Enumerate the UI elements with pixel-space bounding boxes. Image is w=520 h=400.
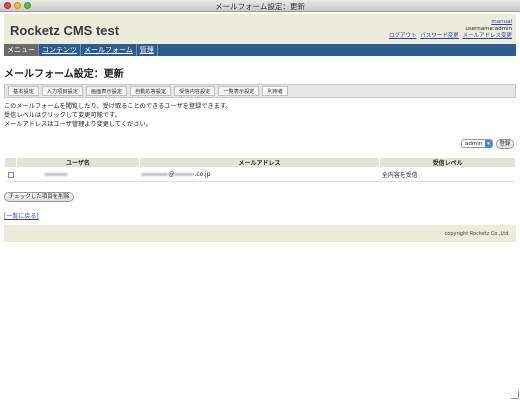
redacted-email-host	[174, 173, 195, 176]
header-checkbox	[4, 157, 17, 168]
site-title: Rocketz CMS test	[10, 23, 120, 38]
user-select[interactable]: admin ▾	[461, 139, 493, 148]
receive-level-cell[interactable]: 全内容を受信	[379, 167, 516, 182]
email-domain: .co.jp	[194, 171, 211, 178]
tab-receive[interactable]: 受信内容設定	[174, 86, 216, 96]
header-email: メールアドレス	[138, 157, 381, 168]
tab-basic[interactable]: 基本設定	[8, 86, 39, 96]
redacted-username	[44, 173, 69, 176]
header-user-area: manual username:admin ログアウト パスワード変更 メールア…	[387, 19, 512, 40]
window-titlebar: メールフォーム設定：更新	[0, 0, 520, 12]
nav-item-admin[interactable]: 管理	[137, 44, 158, 56]
username-label: username:admin	[465, 26, 512, 32]
header-username: ユーザ名	[15, 157, 140, 168]
resize-grip-icon[interactable]	[511, 391, 519, 399]
username-cell	[16, 167, 140, 182]
change-email-link[interactable]: メールアドレス変更	[462, 33, 512, 39]
email-cell: @ .co.jp	[139, 167, 380, 182]
window-title: メールフォーム設定：更新	[215, 2, 305, 11]
description-line: 受信レベルはクリックして変更可能です。	[4, 112, 121, 119]
description: このメールフォームを閲覧したり、受け取ることのできるユーザを登録できます。 受信…	[4, 102, 232, 129]
users-table: ユーザ名 メールアドレス 受信レベル @ .co.jp 全内容を受信	[4, 157, 516, 182]
tab-display[interactable]: 画面表示設定	[85, 86, 128, 96]
header-receive-level: 受信レベル	[379, 157, 516, 168]
change-password-link[interactable]: パスワード変更	[420, 33, 459, 39]
nav-item-menu[interactable]: メニュー	[4, 44, 39, 56]
table-header-row: ユーザ名 メールアドレス 受信レベル	[4, 157, 516, 168]
back-to-list-link[interactable]: [一覧に戻る]	[4, 211, 39, 220]
register-button[interactable]: 登録	[496, 139, 514, 149]
redacted-email-local	[141, 173, 169, 176]
row-checkbox-cell	[4, 167, 17, 182]
main-nav: メニュー コンテンツ メールフォーム 管理	[4, 44, 516, 56]
user-select-value: admin	[465, 141, 483, 147]
chevron-down-icon: ▾	[485, 140, 492, 148]
description-line: メールアドレスはユーザ管理より変更してください。	[4, 121, 152, 128]
site-header: Rocketz CMS test manual username:admin ロ…	[4, 14, 516, 44]
site-footer: copyright Rocketz Co.,Ltd.	[4, 225, 516, 242]
tab-auto-reply[interactable]: 自動応答設定	[130, 86, 172, 96]
nav-item-mailform[interactable]: メールフォーム	[81, 44, 137, 56]
description-line: このメールフォームを閲覧したり、受け取ることのできるユーザを登録できます。	[4, 103, 232, 110]
table-row: @ .co.jp 全内容を受信	[4, 167, 516, 182]
page-title: メールフォーム設定：更新	[4, 69, 124, 80]
tab-list[interactable]: 一覧表示設定	[218, 86, 260, 96]
settings-tabs: 基本設定 入力項目設定 画面表示設定 自動応答設定 受信内容設定 一覧表示設定 …	[4, 84, 516, 98]
row-checkbox[interactable]	[7, 171, 14, 178]
copyright: copyright Rocketz Co.,Ltd.	[444, 231, 510, 237]
logout-link[interactable]: ログアウト	[389, 33, 417, 39]
tab-input-fields[interactable]: 入力項目設定	[41, 86, 83, 96]
manual-link[interactable]: manual	[491, 19, 512, 25]
delete-checked-button[interactable]: チェックした項目を削除	[4, 192, 74, 202]
nav-item-contents[interactable]: コンテンツ	[39, 44, 81, 56]
tab-users[interactable]: 利用者	[262, 86, 289, 96]
